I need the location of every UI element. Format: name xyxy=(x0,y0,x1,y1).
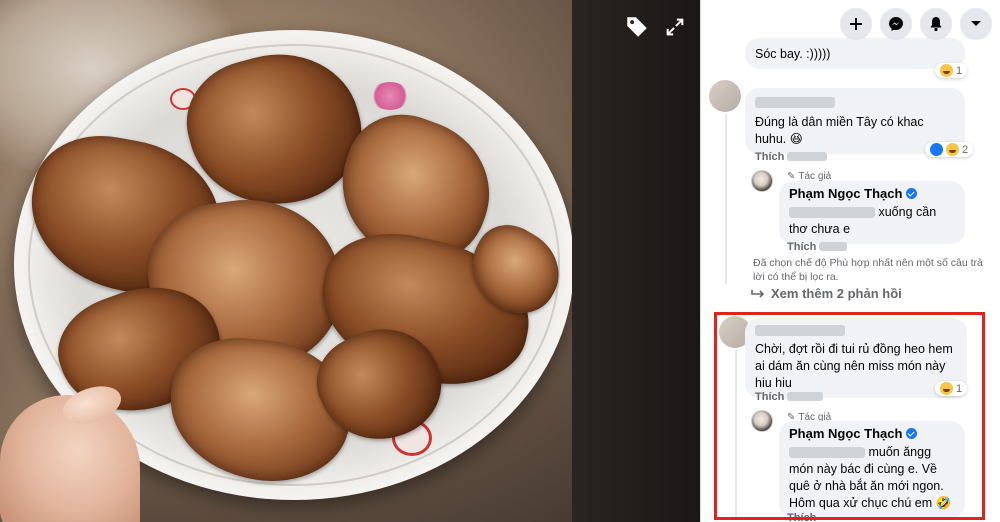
reply-arrow-icon xyxy=(751,289,765,298)
timestamp-blurred xyxy=(787,152,827,161)
commenter-name-blurred[interactable] xyxy=(755,97,835,109)
expand-icon[interactable] xyxy=(662,14,688,40)
plate-flower-decoration xyxy=(370,82,410,110)
reaction-count[interactable]: 1 xyxy=(935,63,968,78)
mention-blurred[interactable] xyxy=(789,207,875,219)
tag-icon[interactable] xyxy=(624,14,650,40)
like-emoji-icon xyxy=(930,143,943,156)
view-more-replies-label: Xem thêm 2 phản hồi xyxy=(771,286,902,301)
comment-text: Đúng là dân miền Tây có khac huhu. 😆 xyxy=(755,115,924,146)
timestamp-blurred xyxy=(819,242,847,251)
avatar[interactable] xyxy=(709,80,741,112)
messenger-icon[interactable] xyxy=(880,8,912,40)
viewer-dark-area xyxy=(572,0,700,522)
reaction-number: 1 xyxy=(956,64,963,77)
highlight-box xyxy=(714,312,985,520)
photo-viewer[interactable] xyxy=(0,0,700,522)
comment-bubble: Sóc bay. :))))) xyxy=(745,38,965,69)
thread-line xyxy=(725,114,727,284)
filter-note: Đã chọn chế độ Phù hợp nhất nên một số c… xyxy=(753,257,983,283)
like-link[interactable]: Thích xyxy=(787,241,816,253)
reaction-count[interactable]: 2 xyxy=(925,142,974,157)
bell-icon[interactable] xyxy=(920,8,952,40)
haha-emoji-icon xyxy=(946,143,959,156)
reply-bubble: Phạm Ngọc Thạch xuống cần thơ chưa e xyxy=(779,181,965,244)
top-bar xyxy=(840,8,992,40)
haha-emoji-icon xyxy=(940,64,953,77)
comment-text: Sóc bay. :))))) xyxy=(755,47,831,61)
author-name-text: Phạm Ngọc Thạch xyxy=(789,186,903,201)
caret-down-icon[interactable] xyxy=(960,8,992,40)
author-name[interactable]: Phạm Ngọc Thạch xyxy=(789,185,955,202)
reaction-number: 2 xyxy=(962,143,969,156)
author-avatar[interactable] xyxy=(751,170,773,192)
plus-icon[interactable] xyxy=(840,8,872,40)
view-more-replies-link[interactable]: Xem thêm 2 phản hồi xyxy=(751,286,902,301)
like-link[interactable]: Thích xyxy=(755,151,784,163)
verified-badge-icon xyxy=(906,188,918,199)
